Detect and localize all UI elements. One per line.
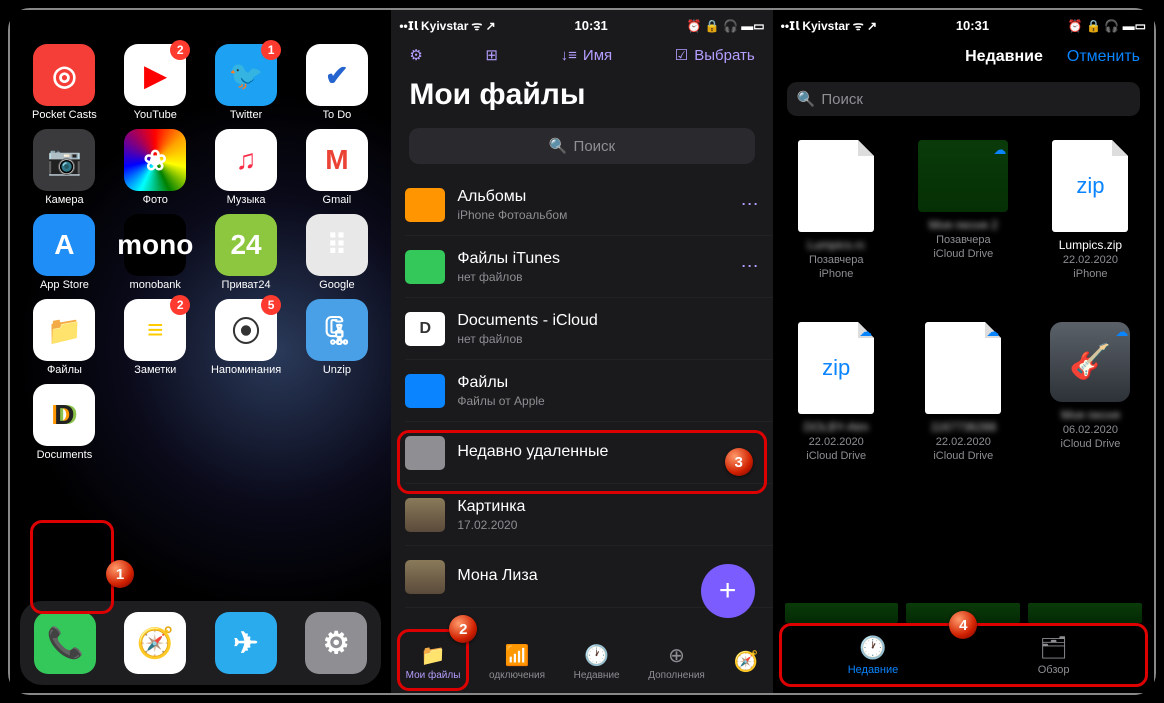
- file-item[interactable]: zipLumpics.zip22.02.2020iPhone: [1027, 140, 1154, 280]
- home-screen: ••𝗜𝗹Kyivstar ᯤ ↗ 10:31 ⏰🔒🎧▬▭ ◎Pocket Cas…: [10, 10, 391, 693]
- toolbar: ⚙ ⊞ ↓≡ Имя ☑ Выбрать: [391, 38, 772, 72]
- app-фото[interactable]: ❀Фото: [113, 129, 198, 206]
- file-item[interactable]: ☁︎Моя песня 2ПозавчераiCloud Drive: [900, 140, 1027, 280]
- dock-safari[interactable]: 🧭: [124, 612, 186, 674]
- app-напоминания[interactable]: ⦿5Напоминания: [204, 299, 289, 376]
- folder-row[interactable]: DDocuments - iCloudнет файлов: [405, 298, 772, 360]
- clock-icon: 🕐: [859, 635, 886, 661]
- folder-row[interactable]: Картинка17.02.2020: [405, 484, 772, 546]
- app-файлы[interactable]: 📁Файлы: [22, 299, 107, 376]
- select-button[interactable]: ☑ Выбрать: [675, 46, 755, 64]
- files-picker: ••𝗜𝗹Kyivstar ᯤ ↗ 10:31 ⏰ 🔒 🎧 ▬▭ Недавние…: [773, 10, 1154, 693]
- app-unzip[interactable]: 🗜Unzip: [294, 299, 379, 376]
- app-музыка[interactable]: ♫Музыка: [204, 129, 289, 206]
- search-icon: 🔍: [549, 137, 568, 155]
- app-youtube[interactable]: ▶2YouTube: [113, 44, 198, 121]
- tab-item[interactable]: 📶одключения: [489, 643, 545, 681]
- file-item[interactable]: ☁︎116773628822.02.2020iCloud Drive: [900, 322, 1027, 462]
- tab-item[interactable]: 🧭: [733, 649, 758, 676]
- dock-phone[interactable]: 📞: [34, 612, 96, 674]
- folder-row[interactable]: ФайлыФайлы от Apple: [405, 360, 772, 422]
- search-icon: 🔍: [797, 90, 816, 108]
- app-заметки[interactable]: ≡2Заметки: [113, 299, 198, 376]
- app-twitter[interactable]: 🐦1Twitter: [204, 44, 289, 121]
- documents-app: ••𝗜𝗹Kyivstar ᯤ ↗ 10:31 ⏰ 🔒 🎧 ▬▭ ⚙ ⊞ ↓≡ И…: [391, 10, 772, 693]
- folder-icon: 🗂: [1040, 635, 1068, 661]
- app-приват24[interactable]: 24Приват24: [204, 214, 289, 291]
- header: Недавние Отменить: [773, 38, 1154, 76]
- app-pocket-casts[interactable]: ◎Pocket Casts: [22, 44, 107, 121]
- app-google[interactable]: ⠿Google: [294, 214, 379, 291]
- dock-telegram[interactable]: ✈: [215, 612, 277, 674]
- status-bar: ••𝗜𝗹Kyivstar ᯤ ↗ 10:31 ⏰ 🔒 🎧 ▬▭: [773, 10, 1154, 38]
- tab-browse[interactable]: 🗂Обзор: [984, 635, 1124, 676]
- cancel-button[interactable]: Отменить: [1067, 48, 1140, 66]
- header-title: Недавние: [965, 48, 1043, 66]
- status-bar: ••𝗜𝗹Kyivstar ᯤ ↗ 10:31 ⏰ 🔒 🎧 ▬▭: [391, 10, 772, 38]
- more-icon[interactable]: ⋯: [741, 256, 759, 277]
- app-to-do[interactable]: ✔To Do: [294, 44, 379, 121]
- app-app-store[interactable]: AApp Store: [22, 214, 107, 291]
- file-item[interactable]: 🎸☁︎Моя песня06.02.2020iCloud Drive: [1027, 322, 1154, 462]
- file-item[interactable]: zip☁︎DOLBY-Atm22.02.2020iCloud Drive: [773, 322, 900, 462]
- file-item[interactable]: Lumpics.rcПозавчераiPhone: [773, 140, 900, 280]
- add-button[interactable]: +: [701, 564, 755, 618]
- app-gmail[interactable]: MGmail: [294, 129, 379, 206]
- folder-row[interactable]: Файлы iTunesнет файлов⋯: [405, 236, 772, 298]
- page-title: Мои файлы: [391, 72, 772, 118]
- tab-item[interactable]: ⊕Дополнения: [648, 643, 705, 681]
- marker-1: 1: [106, 560, 134, 588]
- app-documents[interactable]: DDocuments: [22, 384, 107, 461]
- dock: 📞 🧭 ✈ ⚙: [20, 601, 381, 685]
- sort-button[interactable]: ↓≡ Имя: [561, 47, 612, 64]
- settings-icon[interactable]: ⚙: [409, 46, 422, 64]
- more-icon[interactable]: ⋯: [741, 194, 759, 215]
- tab-item[interactable]: 📁Мои файлы: [406, 643, 461, 681]
- search-field[interactable]: 🔍Поиск: [409, 128, 754, 164]
- folder-row[interactable]: Недавно удаленные: [405, 422, 772, 484]
- tab-recent[interactable]: 🕐Недавние: [803, 635, 943, 676]
- grid-view-icon[interactable]: ⊞: [485, 46, 498, 64]
- dock-settings[interactable]: ⚙: [305, 612, 367, 674]
- marker-3: 3: [725, 448, 753, 476]
- tab-item[interactable]: 🕐Недавние: [574, 643, 620, 681]
- app-monobank[interactable]: monomonobank: [113, 214, 198, 291]
- search-field[interactable]: 🔍Поиск: [787, 82, 1140, 116]
- folder-row[interactable]: АльбомыiPhone Фотоальбом⋯: [405, 174, 772, 236]
- app-камера[interactable]: 📷Камера: [22, 129, 107, 206]
- tab-bar: 📁Мои файлы 📶одключения 🕐Недавние ⊕Дополнени…: [391, 631, 772, 693]
